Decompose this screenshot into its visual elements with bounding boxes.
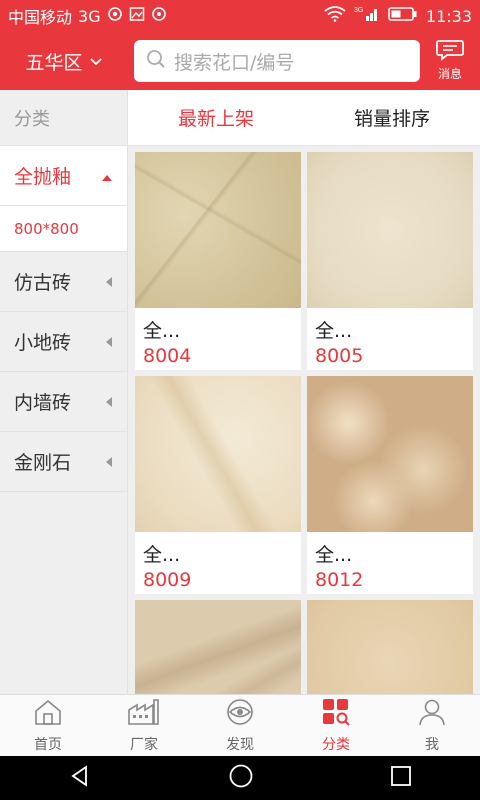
sidebar-item-label: 金刚石 [14, 452, 72, 474]
home-circle-icon[interactable] [228, 763, 254, 793]
weibo-notification-icon [151, 6, 167, 26]
wifi-icon [324, 6, 346, 26]
clock: 11:33 [425, 6, 472, 26]
nav-home[interactable]: 首页 [0, 695, 96, 756]
caret-left-icon [105, 271, 113, 293]
battery-icon [388, 6, 418, 26]
product-card[interactable]: 全... 8005 [307, 152, 473, 370]
district-selector[interactable]: 五华区 [0, 48, 128, 75]
chat-bubble-icon [435, 38, 465, 65]
top-header: 五华区 搜索花口/编号 消息 [0, 32, 480, 90]
nav-label: 我 [425, 736, 439, 753]
user-icon [417, 698, 447, 730]
message-button[interactable]: 消息 [430, 38, 470, 84]
product-card[interactable]: 全... 8009 [135, 376, 301, 594]
caret-left-icon [105, 331, 113, 353]
image-notification-icon [129, 6, 145, 26]
product-image [135, 600, 301, 694]
search-placeholder: 搜索花口/编号 [174, 51, 295, 74]
sidebar-item-label: 全抛釉 [14, 166, 72, 188]
nav-label: 分类 [322, 736, 350, 753]
caret-left-icon [105, 391, 113, 413]
nav-factory[interactable]: 厂家 [96, 695, 192, 756]
hd-icon [107, 6, 123, 26]
sidebar-item-xiaodi[interactable]: 小地砖 [0, 312, 127, 372]
sidebar-item-label: 仿古砖 [14, 272, 72, 294]
sidebar-item-label: 小地砖 [14, 332, 72, 354]
product-card[interactable]: 全... 8012 [307, 376, 473, 594]
recents-icon[interactable] [390, 765, 412, 791]
product-image [307, 600, 473, 694]
nav-label: 首页 [34, 736, 62, 753]
product-name: 全... [315, 319, 353, 342]
sidebar-item-neiqiang[interactable]: 内墙砖 [0, 372, 127, 432]
home-icon [33, 698, 63, 730]
product-image [307, 152, 473, 308]
product-name: 全... [143, 319, 181, 342]
sidebar-item-fanggu[interactable]: 仿古砖 [0, 252, 127, 312]
product-image [135, 376, 301, 532]
sidebar-item-quanpaoyou[interactable]: 全抛釉 [0, 146, 127, 206]
network-type: 3G [78, 6, 101, 26]
bottom-nav: 首页 厂家 发现 分类 我 [0, 694, 480, 756]
product-code: 8012 [315, 569, 364, 591]
eye-icon [225, 698, 255, 730]
nav-category[interactable]: 分类 [288, 695, 384, 756]
caret-up-icon [101, 165, 113, 187]
chevron-down-icon [89, 50, 103, 72]
product-image [135, 152, 301, 308]
product-code: 8005 [315, 345, 364, 367]
nav-label: 发现 [226, 736, 254, 753]
status-bar: 中国移动 3G 3G 11:33 [0, 0, 480, 32]
product-card[interactable] [135, 600, 301, 694]
product-card[interactable]: 全... 8004 [135, 152, 301, 370]
sidebar-subitem-800[interactable]: 800*800 [0, 206, 127, 252]
search-icon [146, 49, 166, 74]
system-nav-bar [0, 756, 480, 800]
message-label: 消息 [437, 67, 462, 81]
category-icon [321, 698, 351, 730]
product-name: 全... [143, 543, 181, 566]
district-label: 五华区 [25, 51, 83, 74]
factory-icon [127, 698, 161, 730]
tab-newest[interactable]: 最新上架 [128, 90, 304, 145]
product-grid: 全... 8004 全... 8005 全... 8009 全... 8012 [128, 146, 480, 694]
product-name: 全... [315, 543, 353, 566]
sort-tabs: 最新上架 销量排序 [128, 90, 480, 146]
product-code: 8009 [143, 569, 192, 591]
search-input[interactable]: 搜索花口/编号 [134, 40, 420, 82]
category-sidebar: 分类 全抛釉 800*800 仿古砖 小地砖 内墙砖 金刚石 [0, 90, 128, 694]
nav-me[interactable]: 我 [384, 695, 480, 756]
nav-label: 厂家 [130, 736, 158, 753]
sidebar-item-label: 内墙砖 [14, 392, 72, 414]
sidebar-item-jingang[interactable]: 金刚石 [0, 432, 127, 492]
signal-network-label: 3G [354, 7, 363, 14]
product-code: 8004 [143, 345, 192, 367]
product-image [307, 376, 473, 532]
cellular-signal-icon: 3G [354, 5, 380, 27]
nav-discover[interactable]: 发现 [192, 695, 288, 756]
carrier-name: 中国移动 [8, 8, 73, 27]
caret-left-icon [105, 451, 113, 473]
product-card[interactable] [307, 600, 473, 694]
back-icon[interactable] [68, 764, 92, 792]
sidebar-header: 分类 [0, 90, 127, 146]
tab-sales[interactable]: 销量排序 [304, 90, 480, 145]
